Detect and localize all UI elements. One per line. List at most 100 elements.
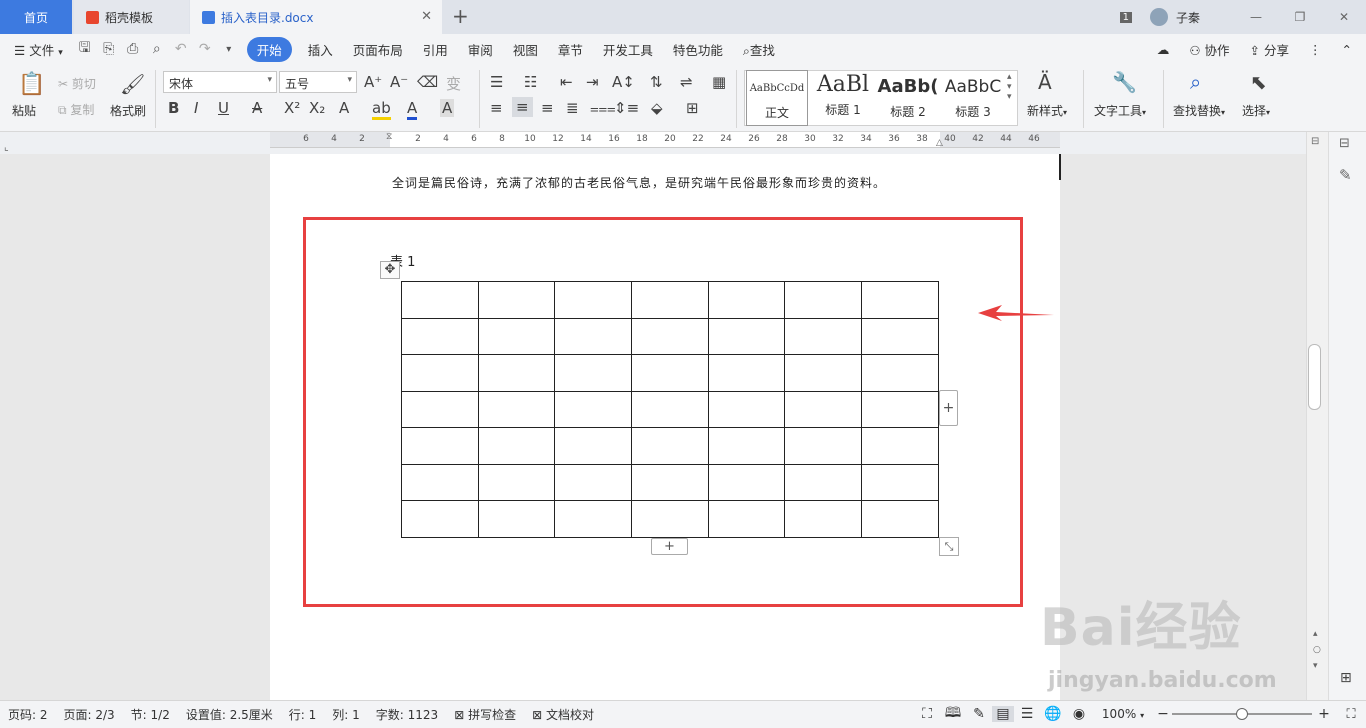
cut-button[interactable]: ✂ 剪切 [58,75,96,92]
collapse-ribbon-icon[interactable]: ⌃ [1332,42,1366,57]
table-cell[interactable] [707,354,786,392]
table-cell[interactable] [401,317,479,355]
pen-icon[interactable]: ✎ [1339,166,1352,184]
new-tab-icon[interactable]: + [452,4,469,28]
print-preview-icon[interactable]: ⌕ [145,41,169,57]
page-count[interactable]: 页面: 2/3 [56,706,123,723]
more-icon[interactable]: ⋮ [1299,42,1332,57]
table-cell[interactable] [631,500,709,538]
menu-item-features[interactable]: 特色功能 [663,40,733,59]
table-cell[interactable] [554,317,633,355]
table-cell[interactable] [861,281,939,319]
table-cell[interactable] [554,281,633,319]
window-count-badge[interactable]: 1 [1119,11,1132,23]
text-direction-icon[interactable]: A↕ [612,73,635,91]
superscript-icon[interactable]: X² [284,99,300,117]
undo-icon[interactable]: ↶ [169,41,193,57]
table-cell[interactable] [477,390,556,428]
table-cell[interactable] [631,427,709,465]
fullscreen-icon[interactable]: ⛶ [914,706,940,722]
read-mode-icon[interactable]: 🕮 [940,702,966,726]
distribute-icon[interactable]: ⩶ [590,99,616,117]
table-cell[interactable] [554,354,633,392]
menu-item-devtools[interactable]: 开发工具 [593,40,663,59]
table-cell[interactable] [861,317,939,355]
shading-icon[interactable]: ⬙ [651,99,663,117]
table-cell[interactable] [554,463,633,501]
scrollbar-thumb[interactable] [1308,344,1321,410]
increase-indent-icon[interactable]: ⇥ [586,73,599,91]
table-cell[interactable] [784,354,863,392]
avatar[interactable] [1149,8,1168,26]
table-resize-icon[interactable]: ⤡ [939,537,959,556]
bold-icon[interactable]: B [168,99,179,117]
underline-icon[interactable]: U [218,99,229,117]
search-menu[interactable]: ⌕查找 [733,40,785,59]
table-move-handle-icon[interactable]: ✥ [380,261,400,279]
font-color-icon[interactable]: A [407,99,418,120]
table-cell[interactable] [784,500,863,538]
zoom-slider-thumb[interactable] [1236,708,1248,720]
italic-icon[interactable]: I [194,99,198,117]
word-count[interactable]: 字数: 1123 [368,706,446,723]
table-cell[interactable] [554,390,633,428]
redo-icon[interactable]: ↷ [193,41,217,57]
bullet-list-icon[interactable]: ☰ [490,73,503,91]
zoom-select[interactable]: 100% ▾ [1092,707,1154,721]
table-cell[interactable] [401,500,479,538]
align-left-icon[interactable]: ≡ [490,99,503,117]
page-nav-icons[interactable]: ▴ ○ ▾ [1313,626,1321,674]
table-cell[interactable] [631,390,709,428]
grow-font-icon[interactable]: A⁺ [364,73,382,91]
tab-stop-icon[interactable]: ⌞ [4,142,9,153]
collab-button[interactable]: ⚇ 协作 [1179,40,1239,59]
paste-icon[interactable]: 📋 [18,72,45,97]
table-cell[interactable] [707,427,786,465]
line-spacing-icon[interactable]: ⇕≡ [614,99,639,117]
justify-icon[interactable]: ≣ [566,99,579,117]
table-cell[interactable] [707,500,786,538]
table-cell[interactable] [631,317,709,355]
paste-button[interactable]: 粘贴 [12,102,36,119]
outline-view-icon[interactable]: ☰ [1014,706,1040,722]
table-cell[interactable] [554,427,633,465]
paragraph-mark-icon[interactable]: ⇌ [680,73,693,91]
table-cell[interactable] [861,463,939,501]
user-name[interactable]: 子秦 [1176,9,1200,26]
sort-icon[interactable]: ⇅ [650,73,663,91]
doc-check-button[interactable]: ⊠ 文档校对 [524,706,602,723]
table-cell[interactable] [631,354,709,392]
zoom-slider[interactable] [1172,708,1312,720]
customize-icon[interactable]: ▾ [217,44,241,55]
table-cell[interactable] [477,463,556,501]
cursor-icon[interactable]: ⬉ [1250,70,1267,94]
col-number[interactable]: 列: 1 [324,706,368,723]
table-cell[interactable] [707,317,786,355]
menu-item-view[interactable]: 视图 [503,40,548,59]
document-table[interactable] [401,281,939,538]
table-cell[interactable] [401,354,479,392]
table-cell[interactable] [784,463,863,501]
table-cell[interactable] [707,281,786,319]
table-cell[interactable] [477,500,556,538]
table-cell[interactable] [784,281,863,319]
table-cell[interactable] [861,427,939,465]
zoom-in-icon[interactable]: + [1312,706,1336,722]
align-right-icon[interactable]: ≡ [541,99,554,117]
page-view-icon[interactable]: ▤ [992,706,1014,722]
share-button[interactable]: ⇪ 分享 [1240,40,1299,59]
style-normal[interactable]: AaBbCcDd 正文 [746,70,808,126]
table-cell[interactable] [401,390,479,428]
table-cell[interactable] [477,317,556,355]
section-count[interactable]: 节: 1/2 [123,706,178,723]
layout-icon[interactable]: ▦ [712,73,726,91]
font-size-select[interactable]: 五号 ▾ [279,71,357,93]
decrease-indent-icon[interactable]: ⇤ [560,73,573,91]
text-tools-button[interactable]: 文字工具▾ [1094,102,1146,119]
table-cell[interactable] [861,354,939,392]
font-name-select[interactable]: 宋体 ▾ [163,71,277,93]
save-icon[interactable]: 🖫 [73,37,97,61]
table-cell[interactable] [477,281,556,319]
char-shading-icon[interactable]: A [440,99,455,117]
table-cell[interactable] [861,500,939,538]
